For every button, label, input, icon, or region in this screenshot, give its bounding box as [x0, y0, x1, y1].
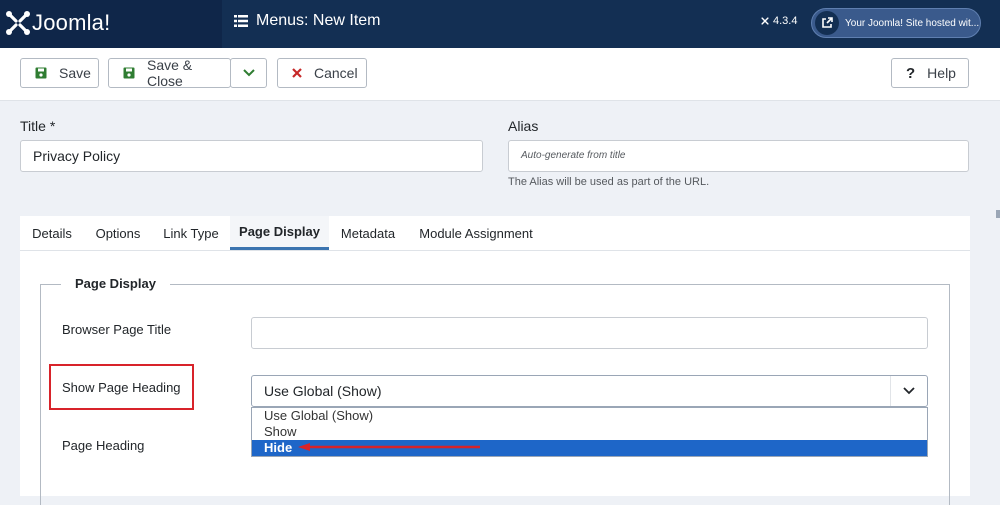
save-icon: [35, 67, 47, 79]
page-title: Menus: New Item: [234, 12, 380, 30]
alias-input[interactable]: Auto-generate from title: [508, 140, 969, 172]
save-close-label: Save & Close: [147, 57, 193, 89]
fieldset-legend: Page Display: [61, 276, 170, 291]
close-icon: [292, 68, 302, 78]
joomla-logo-icon: [6, 11, 30, 35]
brand-name: Joomla!: [32, 10, 111, 35]
browser-title-label: Browser Page Title: [62, 322, 172, 337]
site-link-button[interactable]: Your Joomla! Site hosted wit...: [811, 8, 981, 38]
browser-title-input[interactable]: [251, 317, 928, 349]
version-info: 4.3.4: [760, 15, 797, 27]
save-icon: [123, 67, 135, 79]
alias-help-text: The Alias will be used as part of the UR…: [508, 176, 710, 188]
title-label: Title *: [20, 118, 56, 134]
question-icon: ?: [906, 64, 916, 82]
tab-page-display[interactable]: Page Display: [230, 216, 329, 250]
show-heading-label: Show Page Heading: [62, 380, 181, 395]
help-label: Help: [927, 65, 956, 81]
external-link-icon: [815, 11, 839, 35]
option-use-global[interactable]: Use Global (Show): [252, 408, 927, 424]
page-title-text: Menus: New Item: [256, 12, 381, 29]
option-show[interactable]: Show: [252, 424, 927, 440]
top-bar: Joomla! Menus: New Item 4.3.4 Your Jooml…: [0, 0, 1000, 48]
title-input[interactable]: Privacy Policy: [20, 140, 483, 172]
chevron-down-icon: [242, 69, 255, 77]
tab-link-type[interactable]: Link Type: [152, 216, 230, 250]
save-close-button[interactable]: Save & Close: [108, 57, 231, 89]
version-text: 4.3.4: [773, 15, 798, 27]
toolbar: Save Save & Close Cancel ? Help: [0, 48, 1000, 101]
brand[interactable]: Joomla!: [0, 0, 222, 48]
show-heading-select[interactable]: Use Global (Show): [251, 375, 928, 407]
save-label: Save: [59, 65, 91, 81]
page-heading-label: Page Heading: [62, 438, 145, 453]
annotation-arrow-icon: [298, 443, 480, 451]
scrollbar-thumb[interactable]: [996, 210, 1000, 218]
tab-options[interactable]: Options: [84, 216, 152, 250]
save-button[interactable]: Save: [20, 58, 99, 88]
list-icon: [234, 15, 248, 27]
tab-bar: Details Options Link Type Page Display M…: [20, 216, 970, 251]
tab-details[interactable]: Details: [20, 216, 84, 250]
tab-metadata[interactable]: Metadata: [329, 216, 407, 250]
joomla-small-icon: [761, 17, 769, 25]
save-options-dropdown-button[interactable]: [230, 58, 267, 88]
cancel-label: Cancel: [314, 65, 358, 81]
chevron-down-icon: [890, 376, 927, 406]
alias-label: Alias: [508, 118, 539, 134]
site-link-text: Your Joomla! Site hosted wit...: [845, 17, 980, 29]
select-value: Use Global (Show): [264, 383, 382, 399]
help-button[interactable]: ? Help: [891, 58, 969, 88]
cancel-button[interactable]: Cancel: [277, 58, 367, 88]
tab-module-assignment[interactable]: Module Assignment: [407, 216, 545, 250]
